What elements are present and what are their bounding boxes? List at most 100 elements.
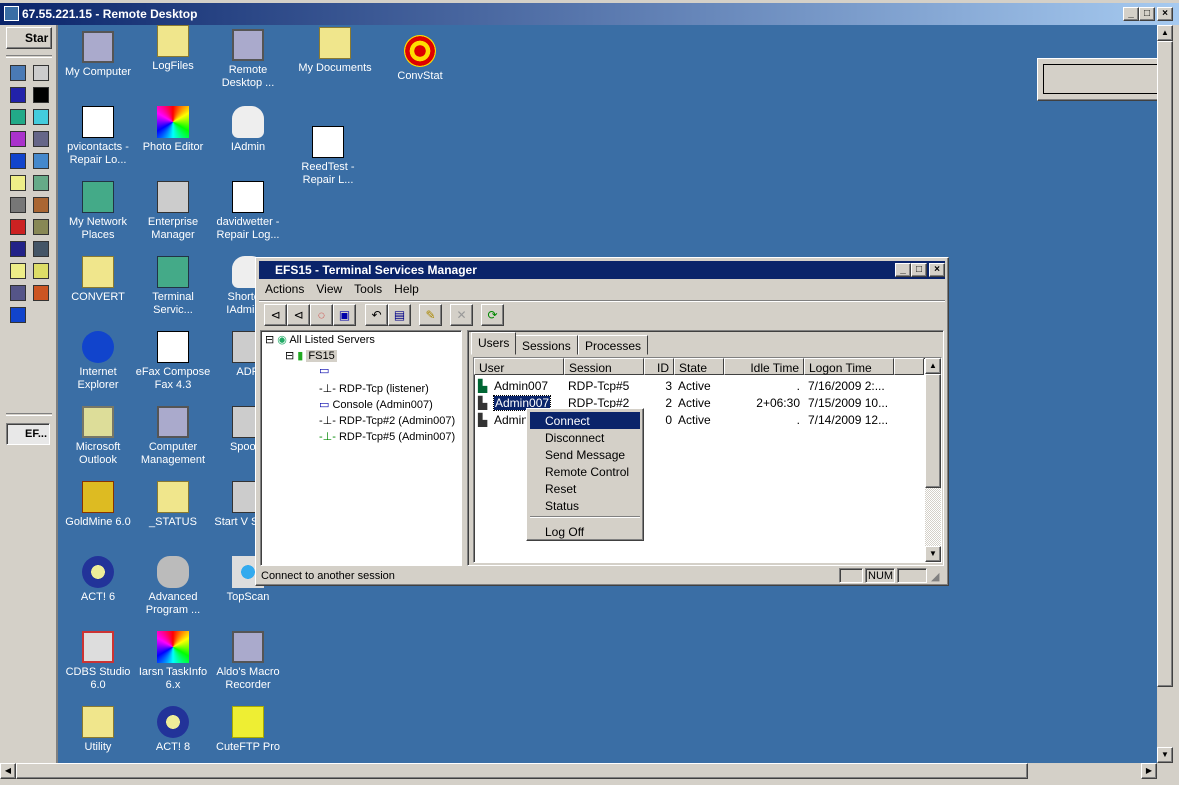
menu-item-disconnect[interactable]: Disconnect bbox=[530, 429, 640, 446]
desktop-icon[interactable]: ACT! 6 bbox=[60, 556, 136, 604]
quick-launch-icon[interactable] bbox=[10, 87, 26, 103]
tree-node[interactable]: -⊥- RDP-Tcp#5 (Admin007) bbox=[319, 430, 455, 443]
menu-item-remote-control[interactable]: Remote Control bbox=[530, 463, 640, 480]
end-process-icon[interactable]: ✕ bbox=[450, 304, 473, 326]
quick-launch-icon[interactable] bbox=[10, 109, 26, 125]
list-scrollbar[interactable]: ▲ ▼ bbox=[925, 358, 941, 562]
desktop-icon[interactable]: Photo Editor bbox=[135, 106, 211, 154]
logoff-icon[interactable]: ✎ bbox=[419, 304, 442, 326]
tsm-maximize-button[interactable]: □ bbox=[911, 263, 927, 277]
desktop-icon[interactable]: Advanced Program ... bbox=[135, 556, 211, 617]
col-user[interactable]: User bbox=[474, 358, 564, 375]
quick-launch-icon[interactable] bbox=[10, 285, 26, 301]
desktop-icon[interactable]: _STATUS bbox=[135, 481, 211, 529]
quick-launch-icon[interactable] bbox=[10, 131, 26, 147]
horizontal-scrollbar[interactable]: ◀ ▶ bbox=[0, 763, 1157, 779]
desktop-icon[interactable]: ReedTest - Repair L... bbox=[290, 126, 366, 187]
quick-launch-icon[interactable] bbox=[33, 241, 49, 257]
tree-server[interactable]: ⊟ ▮ FS15 bbox=[285, 349, 337, 362]
reset-icon[interactable]: ↶ bbox=[365, 304, 388, 326]
col-id[interactable]: ID bbox=[644, 358, 674, 375]
desktop-icon[interactable]: Enterprise Manager bbox=[135, 181, 211, 242]
scroll-down-button[interactable]: ▼ bbox=[1157, 747, 1173, 763]
tree-root[interactable]: ⊟ ◉ All Listed Servers bbox=[265, 333, 375, 346]
menu-item-log-off[interactable]: Log Off bbox=[530, 523, 640, 540]
desktop-icon[interactable]: CDBS Studio 6.0 bbox=[60, 631, 136, 692]
desktop-icon[interactable]: CuteFTP Pro bbox=[210, 706, 286, 754]
desktop-icon[interactable]: davidwetter - Repair Log... bbox=[210, 181, 286, 242]
scroll-left-button[interactable]: ◀ bbox=[0, 763, 16, 779]
table-row[interactable]: ▙ Admin007 RDP-Tcp#5 3 Active. 7/16/2009 2:..… bbox=[474, 377, 924, 394]
desktop-icon[interactable]: My Documents bbox=[297, 27, 373, 75]
list-scroll-thumb[interactable] bbox=[925, 374, 941, 488]
desktop-icon[interactable]: My Network Places bbox=[60, 181, 136, 242]
menu-view[interactable]: View bbox=[310, 280, 348, 298]
vertical-scrollbar[interactable]: ▲ ▼ bbox=[1157, 25, 1173, 763]
status-icon[interactable]: ▤ bbox=[388, 304, 411, 326]
quick-launch-icon[interactable] bbox=[33, 263, 49, 279]
quick-launch-icon[interactable] bbox=[10, 153, 26, 169]
tab-processes[interactable]: Processes bbox=[578, 335, 649, 355]
quick-launch-icon[interactable] bbox=[33, 175, 49, 191]
desktop-icon[interactable]: IAdmin bbox=[210, 106, 286, 154]
tree-console-icon[interactable]: ▭ bbox=[319, 364, 329, 377]
desktop-icon[interactable]: Iarsn TaskInfo 6.x bbox=[135, 631, 211, 692]
server-tree[interactable]: ⊟ ◉ All Listed Servers ⊟ ▮ FS15 ▭ -⊥- RD… bbox=[260, 330, 462, 566]
quick-launch-icon[interactable] bbox=[33, 197, 49, 213]
desktop-icon[interactable]: Computer Management bbox=[135, 406, 211, 467]
desktop-icon[interactable]: Utility bbox=[60, 706, 136, 754]
taskbar-button-tsm[interactable]: EF... bbox=[6, 423, 50, 445]
scroll-thumb[interactable] bbox=[1157, 41, 1173, 687]
quick-launch-icon[interactable] bbox=[10, 65, 26, 81]
desktop-icon[interactable]: My Computer bbox=[60, 31, 136, 79]
quick-launch-icon[interactable] bbox=[33, 219, 49, 235]
tree-node[interactable]: ▭ Console (Admin007) bbox=[319, 398, 433, 411]
quick-launch-icon[interactable] bbox=[33, 87, 49, 103]
scroll-right-button[interactable]: ▶ bbox=[1141, 763, 1157, 779]
desktop-icon[interactable]: eFax Compose Fax 4.3 bbox=[135, 331, 211, 392]
quick-launch-icon[interactable] bbox=[33, 109, 49, 125]
quick-launch-icon[interactable] bbox=[10, 307, 26, 323]
col-logon[interactable]: Logon Time bbox=[804, 358, 894, 375]
desktop-icon[interactable]: CONVERT bbox=[60, 256, 136, 304]
tab-users[interactable]: Users bbox=[471, 332, 517, 355]
desktop-icon[interactable]: GoldMine 6.0 bbox=[60, 481, 136, 529]
start-button[interactable]: Star bbox=[6, 27, 52, 49]
quick-launch-icon[interactable] bbox=[10, 197, 26, 213]
tsm-minimize-button[interactable]: _ bbox=[895, 263, 911, 277]
desktop-icon[interactable]: LogFiles bbox=[135, 25, 211, 73]
desktop-icon[interactable]: pvicontacts - Repair Lo... bbox=[60, 106, 136, 167]
desktop-icon[interactable]: ConvStat bbox=[382, 35, 458, 83]
col-session[interactable]: Session bbox=[564, 358, 644, 375]
desktop-icon[interactable]: Microsoft Outlook bbox=[60, 406, 136, 467]
maximize-button[interactable]: □ bbox=[1139, 7, 1155, 21]
tree-node[interactable]: -⊥- RDP-Tcp#2 (Admin007) bbox=[319, 414, 455, 427]
desktop-icon[interactable]: Internet Explorer bbox=[60, 331, 136, 392]
menu-item-reset[interactable]: Reset bbox=[530, 480, 640, 497]
quick-launch-icon[interactable] bbox=[10, 175, 26, 191]
menu-item-connect[interactable]: Connect bbox=[530, 412, 640, 429]
menu-help[interactable]: Help bbox=[388, 280, 425, 298]
col-idle[interactable]: Idle Time bbox=[724, 358, 804, 375]
list-scroll-down[interactable]: ▼ bbox=[925, 546, 941, 562]
menu-tools[interactable]: Tools bbox=[348, 280, 388, 298]
col-state[interactable]: State bbox=[674, 358, 724, 375]
desktop-icon[interactable]: ACT! 8 bbox=[135, 706, 211, 754]
menu-actions[interactable]: Actions bbox=[259, 280, 310, 298]
hscroll-thumb[interactable] bbox=[16, 763, 1028, 779]
menu-item-send-message[interactable]: Send Message bbox=[530, 446, 640, 463]
desktop-icon[interactable]: Aldo's Macro Recorder bbox=[210, 631, 286, 692]
refresh-icon[interactable]: ⟳ bbox=[481, 304, 504, 326]
connect-icon[interactable]: ⊲ bbox=[264, 304, 287, 326]
minimize-button[interactable]: _ bbox=[1123, 7, 1139, 21]
quick-launch-icon[interactable] bbox=[10, 263, 26, 279]
scroll-up-button[interactable]: ▲ bbox=[1157, 25, 1173, 41]
disconnect-icon[interactable]: ⊲ bbox=[287, 304, 310, 326]
tsm-close-button[interactable]: × bbox=[929, 263, 945, 277]
quick-launch-icon[interactable] bbox=[33, 153, 49, 169]
desktop-icon[interactable]: Terminal Servic... bbox=[135, 256, 211, 317]
remote-control-icon[interactable]: ▣ bbox=[333, 304, 356, 326]
quick-launch-icon[interactable] bbox=[10, 241, 26, 257]
quick-launch-icon[interactable] bbox=[33, 285, 49, 301]
desktop-icon[interactable]: Remote Desktop ... bbox=[210, 29, 286, 90]
